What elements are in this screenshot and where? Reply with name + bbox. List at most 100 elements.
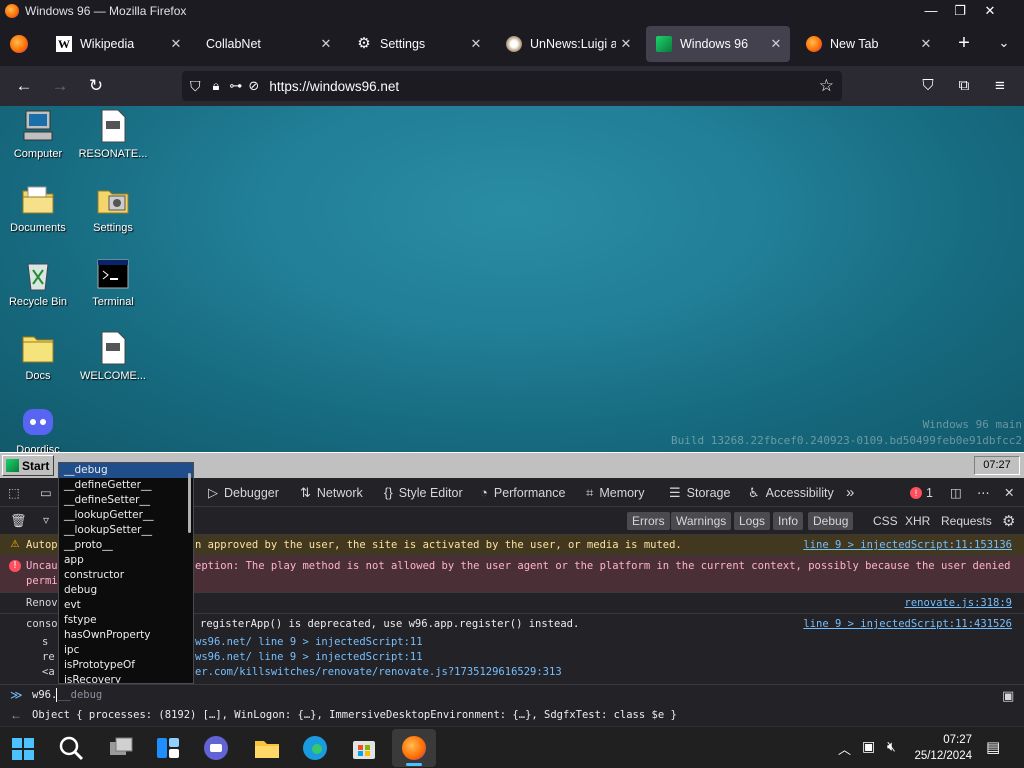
console-result[interactable]: Object { processes: (8192) […], WinLogon… bbox=[32, 709, 677, 721]
minimize-button[interactable]: — bbox=[916, 0, 946, 22]
autocomplete-popup[interactable]: __debug __defineGetter__ __defineSetter_… bbox=[58, 462, 194, 684]
firefox-taskbar-button[interactable] bbox=[392, 729, 436, 767]
tab-new-tab[interactable]: New Tab ✕ bbox=[796, 26, 940, 62]
message-source-link[interactable]: line 9 > injectedScript:11:153136 bbox=[803, 539, 1012, 551]
filter-info[interactable]: Info bbox=[773, 512, 804, 530]
network-tray-icon[interactable]: ▣ bbox=[862, 738, 875, 755]
file-explorer-icon[interactable] bbox=[252, 733, 282, 763]
pocket-icon[interactable]: ⛉ bbox=[916, 74, 940, 98]
store-icon[interactable] bbox=[349, 733, 379, 763]
desktop-icon-resonate[interactable]: RESONATE... bbox=[75, 108, 151, 160]
widgets-icon[interactable] bbox=[153, 733, 183, 763]
filter-debug[interactable]: Debug bbox=[808, 512, 854, 530]
more-tabs-icon[interactable]: » bbox=[846, 478, 854, 507]
autocomplete-item[interactable]: isRecovery bbox=[59, 673, 193, 683]
back-arrow-icon[interactable]: ← bbox=[12, 74, 36, 98]
stack-frame-location[interactable]: ws96.net/ line 9 > injectedScript:11 bbox=[195, 636, 423, 648]
extensions-icon[interactable]: ⧉ bbox=[952, 74, 976, 98]
filter-errors[interactable]: Errors bbox=[627, 512, 670, 530]
list-tabs-chevron-icon[interactable]: ⌄ bbox=[993, 32, 1015, 54]
desktop-icon-terminal[interactable]: Terminal bbox=[75, 256, 151, 308]
url-bar[interactable]: ⛉ 🔒︎ ⊶ ⊘ https://windows96.net ☆ bbox=[182, 71, 842, 101]
autocomplete-item[interactable]: hasOwnProperty bbox=[59, 628, 193, 643]
autocomplete-item[interactable]: ipc bbox=[59, 643, 193, 658]
start-button[interactable]: Start bbox=[2, 455, 54, 476]
close-tab-icon[interactable]: ✕ bbox=[166, 36, 186, 52]
edge-icon[interactable] bbox=[300, 733, 330, 763]
tab-unnews[interactable]: UnNews:Luigi ap ✕ bbox=[496, 26, 640, 62]
autocomplete-item[interactable]: evt bbox=[59, 598, 193, 613]
desktop-icon-settings[interactable]: Settings bbox=[75, 182, 151, 234]
element-picker-icon[interactable]: ⬚ bbox=[8, 478, 20, 507]
restore-button[interactable]: ❐ bbox=[945, 0, 975, 22]
volume-tray-icon[interactable]: 🔇︎ bbox=[887, 738, 896, 755]
firefox-view-icon[interactable] bbox=[10, 35, 28, 53]
autocomplete-scrollbar[interactable] bbox=[188, 473, 191, 533]
autocomplete-item[interactable]: __lookupSetter__ bbox=[59, 523, 193, 538]
console-input[interactable]: w96. bbox=[32, 689, 57, 701]
autocomplete-item[interactable]: __defineGetter__ bbox=[59, 478, 193, 493]
tab-wikipedia[interactable]: W Wikipedia ✕ bbox=[46, 26, 190, 62]
autocomplete-item[interactable]: __lookupGetter__ bbox=[59, 508, 193, 523]
windows-start-icon[interactable] bbox=[8, 733, 38, 763]
autoplay-blocked-icon[interactable]: ⊘ bbox=[248, 78, 259, 94]
desktop-icon-documents[interactable]: Documents bbox=[0, 182, 76, 234]
close-tab-icon[interactable]: ✕ bbox=[616, 36, 636, 52]
message-source-link[interactable]: line 9 > injectedScript:11:431526 bbox=[803, 618, 1012, 630]
filter-warnings[interactable]: Warnings bbox=[671, 512, 732, 530]
tab-network[interactable]: ⇅ Network bbox=[300, 478, 363, 507]
error-count-badge[interactable]: ! 1 bbox=[910, 478, 933, 507]
tab-settings[interactable]: ⚙ Settings ✕ bbox=[346, 26, 490, 62]
shield-icon[interactable]: ⛉ bbox=[190, 78, 201, 95]
console-input-row[interactable]: ≫ w96. __debug ▣ bbox=[0, 684, 1024, 706]
desktop-icon-docs[interactable]: Docs bbox=[0, 330, 76, 382]
desktop-icon-recycle-bin[interactable]: Recycle Bin bbox=[0, 256, 76, 308]
tab-performance[interactable]: ◔ Performance bbox=[480, 478, 565, 507]
forward-arrow-icon[interactable]: → bbox=[48, 74, 72, 98]
filter-xhr[interactable]: XHR bbox=[900, 512, 935, 530]
notification-center-icon[interactable]: ▤ bbox=[986, 738, 1000, 756]
bookmark-star-icon[interactable]: ☆ bbox=[819, 76, 834, 96]
tab-memory[interactable]: ⌗ Memory bbox=[586, 478, 644, 507]
close-window-button[interactable]: ✕ bbox=[975, 0, 1005, 22]
filter-logs[interactable]: Logs bbox=[734, 512, 771, 530]
editor-mode-icon[interactable]: ▣ bbox=[1002, 688, 1014, 704]
stack-frame-location[interactable]: ws96.net/ line 9 > injectedScript:11 bbox=[195, 651, 423, 663]
reload-icon[interactable]: ↻ bbox=[84, 74, 108, 98]
stack-frame-location[interactable]: er.com/killswitches/renovate/renovate.js… bbox=[195, 666, 562, 678]
tab-windows96[interactable]: Windows 96 ✕ bbox=[646, 26, 790, 62]
autocomplete-item[interactable]: app bbox=[59, 553, 193, 568]
tab-storage[interactable]: ☰ Storage bbox=[669, 478, 730, 507]
close-tab-icon[interactable]: ✕ bbox=[316, 36, 336, 52]
autocomplete-item[interactable]: isPrototypeOf bbox=[59, 658, 193, 673]
filter-requests[interactable]: Requests bbox=[936, 512, 997, 530]
filter-icon[interactable]: ▿ bbox=[43, 513, 49, 527]
console-settings-gear-icon[interactable]: ⚙ bbox=[1002, 512, 1015, 530]
close-devtools-icon[interactable]: ✕ bbox=[1004, 478, 1014, 507]
tab-accessibility[interactable]: ♿︎ Accessibility bbox=[748, 478, 834, 507]
responsive-design-icon[interactable]: ▭ bbox=[40, 478, 52, 507]
show-hidden-icons-chevron-icon[interactable]: ︿ bbox=[838, 739, 851, 758]
close-tab-icon[interactable]: ✕ bbox=[916, 36, 936, 52]
lock-icon[interactable]: 🔒︎ bbox=[213, 78, 220, 94]
tab-collabnet[interactable]: CollabNet ✕ bbox=[196, 26, 340, 62]
message-source-link[interactable]: renovate.js:318:9 bbox=[905, 597, 1012, 609]
devtools-menu-icon[interactable]: ⋯ bbox=[977, 478, 990, 507]
url-text[interactable]: https://windows96.net bbox=[269, 79, 399, 94]
windows96-desktop[interactable]: Computer RESONATE... Documents Settings … bbox=[0, 106, 1024, 452]
close-tab-icon[interactable]: ✕ bbox=[766, 36, 786, 52]
filter-css[interactable]: CSS bbox=[868, 512, 903, 530]
autocomplete-item[interactable]: debug bbox=[59, 583, 193, 598]
autocomplete-item[interactable]: __debug bbox=[59, 463, 193, 478]
tab-debugger[interactable]: ▷ Debugger bbox=[208, 478, 279, 507]
tab-style-editor[interactable]: {} Style Editor bbox=[384, 478, 463, 507]
autocomplete-item[interactable]: fstype bbox=[59, 613, 193, 628]
autocomplete-item[interactable]: __proto__ bbox=[59, 538, 193, 553]
chat-icon[interactable] bbox=[201, 733, 231, 763]
permissions-icon[interactable]: ⊶ bbox=[229, 78, 242, 94]
menu-icon[interactable]: ≡ bbox=[988, 74, 1012, 98]
task-view-icon[interactable] bbox=[106, 733, 136, 763]
new-tab-button[interactable]: + bbox=[953, 32, 975, 54]
desktop-icon-computer[interactable]: Computer bbox=[0, 108, 76, 160]
trash-icon[interactable]: 🗑︎ bbox=[10, 513, 27, 529]
